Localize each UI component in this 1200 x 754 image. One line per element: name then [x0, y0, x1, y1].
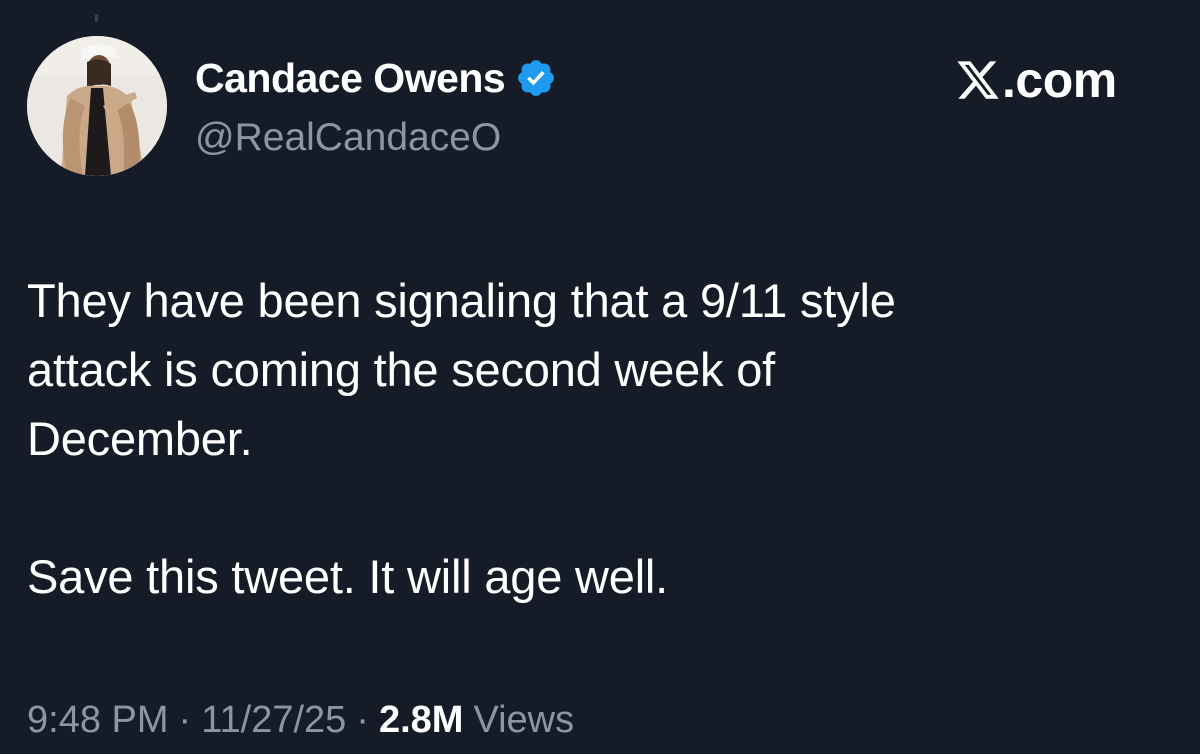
top-divider-mark [95, 14, 98, 22]
author-name-row: Candace Owens [195, 52, 557, 104]
verified-badge-icon [515, 57, 557, 99]
x-com-watermark: .com [955, 52, 1117, 108]
meta-separator: · [178, 699, 192, 741]
tweet-paragraph: Save this tweet. It will age well. [27, 550, 669, 603]
tweet-body: They have been signaling that a 9/11 sty… [27, 266, 1147, 611]
avatar[interactable] [27, 36, 167, 176]
meta-separator: · [356, 699, 369, 741]
tweet-paragraph: They have been signaling that a 9/11 sty… [27, 274, 896, 465]
tweet-card: Candace Owens @RealCandaceO .com They ha… [0, 0, 1200, 754]
tweet-meta: 9:48 PM · 11/27/25 · 2.8M Views [27, 699, 574, 742]
profile-photo [27, 36, 167, 176]
tweet-time[interactable]: 9:48 PM [27, 699, 169, 742]
views-count[interactable]: 2.8M [379, 699, 463, 742]
author-display-name[interactable]: Candace Owens [195, 55, 506, 102]
author-handle[interactable]: @RealCandaceO [195, 116, 501, 160]
views-label: Views [473, 699, 575, 741]
x-logo-icon [955, 57, 1001, 103]
brand-domain-text: .com [1002, 52, 1117, 108]
tweet-date[interactable]: 11/27/25 [201, 699, 346, 742]
